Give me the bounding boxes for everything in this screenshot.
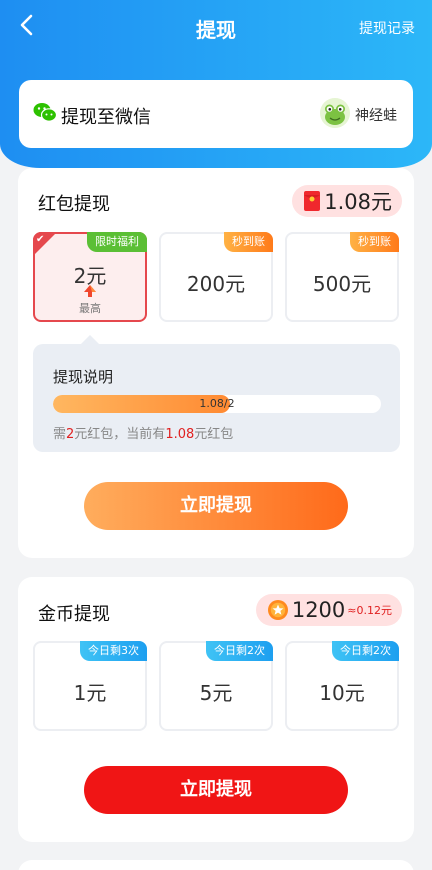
gold-option-10[interactable]: 今日剩2次 10元 — [285, 641, 399, 731]
gold-coin-rate: ≈0.12元 — [347, 604, 392, 617]
red-packet-balance-badge: 1.08元 — [292, 185, 402, 217]
red-envelope-icon — [304, 191, 321, 211]
explain-note: 需2元红包，当前有1.08元红包 — [53, 423, 233, 442]
red-packet-balance: 1.08元 — [324, 190, 392, 214]
gold-withdraw-button[interactable]: 立即提现 — [84, 766, 348, 814]
option-tag: 秒到账 — [224, 232, 273, 252]
gold-title: 金币提现 — [38, 604, 110, 625]
option-tag: 今日剩2次 — [332, 641, 399, 661]
option-tag: 秒到账 — [350, 232, 399, 252]
wechat-target-card[interactable]: 提现至微信 神经蛙 — [19, 80, 413, 148]
red-packet-title: 红包提现 — [38, 194, 110, 215]
check-icon: ✔ — [36, 234, 45, 245]
gold-balance-badge: 1200 ≈0.12元 — [255, 594, 402, 626]
gold-coin-icon — [267, 600, 288, 620]
note-suffix: 元红包 — [194, 427, 234, 442]
gold-coin-count: 1200 — [291, 598, 346, 622]
wechat-icon — [33, 103, 57, 122]
note-have-amount: 1.08 — [165, 427, 195, 442]
option-note: 最高 — [79, 302, 101, 315]
progress-text: 1.08/2 — [199, 397, 235, 410]
red-option-500[interactable]: 秒到账 500元 — [285, 232, 399, 322]
wechat-nickname: 神经蛙 — [355, 108, 397, 124]
red-packet-withdraw-card: 红包提现 1.08元 ✔ 限时福利 2元 最高 秒到账 200元 秒到账 500… — [18, 168, 414, 558]
option-amount: 10元 — [319, 681, 365, 705]
wechat-label: 提现至微信 — [61, 107, 151, 128]
option-tag: 限时福利 — [87, 232, 147, 252]
option-amount: 1元 — [73, 681, 107, 705]
red-packet-withdraw-button[interactable]: 立即提现 — [84, 482, 348, 530]
user-avatar — [320, 98, 350, 128]
option-amount: 500元 — [312, 272, 372, 296]
red-option-200[interactable]: 秒到账 200元 — [159, 232, 273, 322]
progress-bar: 1.08/2 — [53, 395, 381, 413]
explain-title: 提现说明 — [53, 368, 114, 386]
nav-bar: 提现 提现记录 — [0, 0, 432, 52]
option-tag: 今日剩3次 — [80, 641, 147, 661]
note-mid: 元红包，当前有 — [74, 427, 166, 442]
note-prefix: 需 — [53, 427, 67, 442]
gold-option-1[interactable]: 今日剩3次 1元 — [33, 641, 147, 731]
gold-coin-withdraw-card: 金币提现 1200 ≈0.12元 今日剩3次 1元 今日剩2次 5元 今日剩2次… — [18, 577, 414, 842]
back-arrow-icon[interactable] — [14, 11, 42, 39]
option-tag: 今日剩2次 — [206, 641, 273, 661]
next-section-card — [18, 860, 414, 870]
gold-option-5[interactable]: 今日剩2次 5元 — [159, 641, 273, 731]
arrow-up-icon — [84, 285, 96, 297]
explain-pointer — [81, 335, 99, 344]
red-option-2[interactable]: ✔ 限时福利 2元 最高 — [33, 232, 147, 322]
option-amount: 5元 — [199, 681, 233, 705]
withdraw-explanation-box: 提现说明 1.08/2 需2元红包，当前有1.08元红包 — [33, 335, 400, 452]
option-amount: 200元 — [186, 272, 246, 296]
withdraw-record-link[interactable]: 提现记录 — [359, 18, 415, 38]
